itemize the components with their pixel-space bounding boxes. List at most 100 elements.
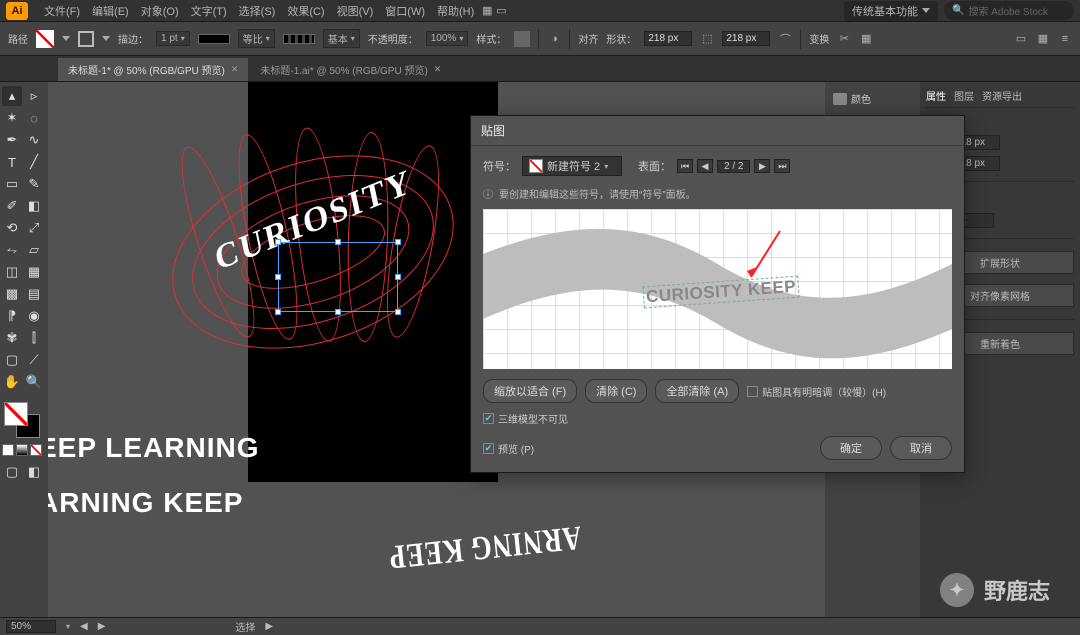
- nav-prev[interactable]: ◀: [80, 621, 88, 632]
- first-surface-button[interactable]: ⏮: [677, 159, 693, 173]
- hand-tool[interactable]: ✋: [2, 372, 22, 392]
- blend-tool[interactable]: ◉: [24, 306, 44, 326]
- document-tab-active[interactable]: 未标题-1* @ 50% (RGB/GPU 预览) ✕: [58, 58, 248, 81]
- draw-mode[interactable]: ◧: [24, 462, 44, 482]
- scale-tool[interactable]: ⤢: [24, 218, 44, 238]
- tool-panel: ▴▹ ✶◌ ✒∿ T╱ ▭✎ ✐◧ ⟲⤢ ⥊▱ ◫▦ ▩▤ ⁋◉ ✾⫿ ▢⟋ ✋…: [0, 82, 48, 617]
- stock-search[interactable]: 🔍 搜索 Adobe Stock: [944, 1, 1074, 20]
- stroke-weight[interactable]: 1 pt▾: [156, 31, 190, 46]
- chevron-down-icon[interactable]: [102, 36, 110, 41]
- style-swatch[interactable]: [514, 31, 530, 47]
- stroke-swatch[interactable]: [78, 31, 94, 47]
- perspective-tool[interactable]: ▦: [24, 262, 44, 282]
- panel-color[interactable]: 颜色: [829, 88, 916, 109]
- bridge-icon[interactable]: ▦: [480, 4, 494, 18]
- shaper-tool[interactable]: ✐: [2, 196, 22, 216]
- free-transform-tool[interactable]: ▱: [24, 240, 44, 260]
- color-mode-gradient[interactable]: [16, 444, 28, 456]
- corner-icon[interactable]: ⌒: [778, 32, 792, 46]
- zoom-tool[interactable]: 🔍: [24, 372, 44, 392]
- mesh-tool[interactable]: ▩: [2, 284, 22, 304]
- menu-help[interactable]: 帮助(H): [431, 0, 480, 22]
- scale-to-fit-button[interactable]: 缩放以适合 (F): [483, 379, 577, 403]
- transform-label[interactable]: 变换: [809, 31, 829, 46]
- workspace-switcher[interactable]: 传统基本功能: [844, 1, 938, 21]
- shade-checkbox[interactable]: 贴图具有明暗调（较慢）(H): [747, 384, 886, 399]
- brush-drop[interactable]: 基本▾: [323, 29, 360, 48]
- menu-view[interactable]: 视图(V): [331, 0, 380, 22]
- selection-bounds[interactable]: [278, 242, 398, 312]
- stroke-profile-drop[interactable]: 等比▾: [238, 29, 275, 48]
- menu-object[interactable]: 对象(O): [135, 0, 185, 22]
- eraser-tool[interactable]: ◧: [24, 196, 44, 216]
- color-mode-none[interactable]: [30, 444, 42, 456]
- magic-wand-tool[interactable]: ✶: [2, 108, 22, 128]
- opacity-field[interactable]: 100%▾: [426, 31, 469, 46]
- width-field[interactable]: 218 px: [644, 31, 692, 46]
- fill-stroke-control[interactable]: [2, 400, 42, 440]
- clear-all-button[interactable]: 全部清除 (A): [655, 379, 739, 403]
- isolate-icon[interactable]: ✂: [837, 32, 851, 46]
- panel-icon-2[interactable]: ▦: [1036, 32, 1050, 46]
- tab-layers[interactable]: 图层: [954, 88, 974, 103]
- screen-mode[interactable]: ▢: [2, 462, 22, 482]
- ok-button[interactable]: 确定: [820, 436, 882, 460]
- color-mode-solid[interactable]: [2, 444, 14, 456]
- zoom-field[interactable]: 50%: [6, 620, 56, 633]
- last-surface-button[interactable]: ⏭: [774, 159, 790, 173]
- curvature-tool[interactable]: ∿: [24, 130, 44, 150]
- selection-tool[interactable]: ▴: [2, 86, 22, 106]
- close-icon[interactable]: ✕: [231, 64, 239, 75]
- fill-swatch[interactable]: [36, 30, 54, 48]
- map-preview[interactable]: CURIOSITY KEEP: [483, 209, 952, 369]
- type-tool[interactable]: T: [2, 152, 22, 172]
- document-tab[interactable]: 未标题-1.ai* @ 50% (RGB/GPU 预览) ✕: [250, 58, 451, 81]
- nav-next[interactable]: ▶: [98, 621, 106, 632]
- paintbrush-tool[interactable]: ✎: [24, 174, 44, 194]
- eyedropper-tool[interactable]: ⁋: [2, 306, 22, 326]
- align-label[interactable]: 对齐: [578, 31, 598, 46]
- shape-builder-tool[interactable]: ◫: [2, 262, 22, 282]
- stroke-solid-preview[interactable]: [198, 34, 230, 44]
- recolor-icon[interactable]: ◑: [547, 32, 561, 46]
- fill-color[interactable]: [4, 402, 28, 426]
- menu-type[interactable]: 文字(T): [185, 0, 233, 22]
- rectangle-tool[interactable]: ▭: [2, 174, 22, 194]
- link-wh-icon[interactable]: ⬚: [700, 32, 714, 46]
- graph-tool[interactable]: ⫿: [24, 328, 44, 348]
- arrange-icon[interactable]: ▭: [494, 4, 508, 18]
- chevron-down-icon[interactable]: ▾: [66, 622, 70, 631]
- direct-selection-tool[interactable]: ▹: [24, 86, 44, 106]
- lasso-tool[interactable]: ◌: [24, 108, 44, 128]
- menu-effect[interactable]: 效果(C): [281, 0, 330, 22]
- height-field[interactable]: 218 px: [722, 31, 770, 46]
- width-tool[interactable]: ⥊: [2, 240, 22, 260]
- cancel-button[interactable]: 取消: [890, 436, 952, 460]
- pen-tool[interactable]: ✒: [2, 130, 22, 150]
- close-icon[interactable]: ✕: [434, 64, 442, 75]
- gradient-tool[interactable]: ▤: [24, 284, 44, 304]
- chevron-down-icon[interactable]: [62, 36, 70, 41]
- symbol-dropdown[interactable]: 新建符号 2 ▾: [522, 156, 622, 176]
- tab-properties[interactable]: 属性: [926, 88, 946, 103]
- nav-play[interactable]: ▶: [265, 621, 273, 632]
- prev-surface-button[interactable]: ◀: [697, 159, 713, 173]
- menu-select[interactable]: 选择(S): [233, 0, 282, 22]
- clear-button[interactable]: 清除 (C): [585, 379, 647, 403]
- menu-window[interactable]: 窗口(W): [379, 0, 431, 22]
- panel-menu-icon[interactable]: ≡: [1058, 32, 1072, 46]
- align-pixel-icon[interactable]: ▦: [859, 32, 873, 46]
- panel-icon-1[interactable]: ▭: [1014, 32, 1028, 46]
- line-tool[interactable]: ╱: [24, 152, 44, 172]
- brush-preview[interactable]: [283, 34, 315, 44]
- artboard-tool[interactable]: ▢: [2, 350, 22, 370]
- invisible-geometry-checkbox[interactable]: ✔ 三维模型不可见: [483, 411, 568, 426]
- menu-file[interactable]: 文件(F): [38, 0, 86, 22]
- menu-edit[interactable]: 编辑(E): [86, 0, 135, 22]
- preview-checkbox[interactable]: ✔ 预览 (P): [483, 441, 534, 456]
- slice-tool[interactable]: ⟋: [24, 350, 44, 370]
- rotate-tool[interactable]: ⟲: [2, 218, 22, 238]
- next-surface-button[interactable]: ▶: [754, 159, 770, 173]
- tab-libraries[interactable]: 资源导出: [982, 88, 1022, 103]
- symbol-sprayer-tool[interactable]: ✾: [2, 328, 22, 348]
